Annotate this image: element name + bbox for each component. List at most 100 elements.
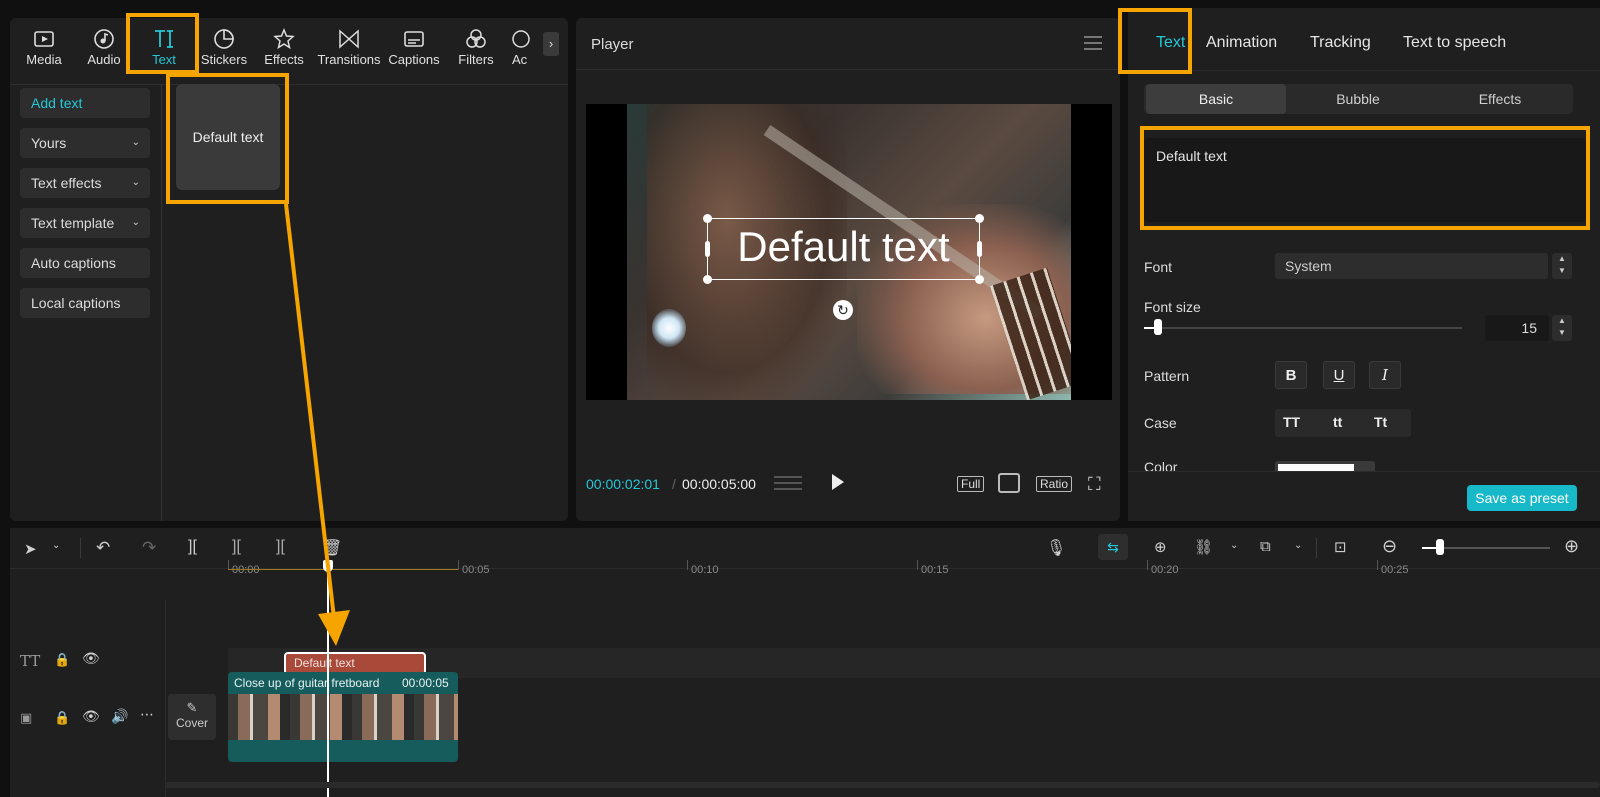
tab-audio[interactable]: Audio [74, 24, 134, 76]
zoom-in-icon[interactable]: ⊕ [1564, 536, 1579, 557]
case-titlecase-button[interactable]: Tt [1374, 414, 1387, 430]
waveform-icon[interactable] [774, 474, 802, 494]
tab-animation[interactable]: Animation [1206, 34, 1277, 52]
full-button[interactable]: Full [957, 476, 985, 492]
media-icon [34, 31, 54, 47]
zoom-out-icon[interactable]: ⊖ [1382, 536, 1397, 557]
chevron-down-icon[interactable]: ⌄ [1230, 540, 1238, 551]
ruler-tick-label: 00:05 [462, 564, 490, 576]
adjust-icon [512, 30, 530, 48]
split-left-icon[interactable]: ][ [232, 538, 241, 556]
main-track-magnet-icon[interactable]: ⇆ [1098, 534, 1128, 560]
eye-icon[interactable]: 👁 [82, 650, 100, 667]
underline-button[interactable]: U [1323, 361, 1355, 389]
link-icon[interactable]: ⛓ [1194, 538, 1213, 556]
tab-captions[interactable]: Captions [384, 24, 444, 76]
side-handle[interactable] [977, 241, 982, 257]
font-size-label: Font size [1144, 299, 1201, 315]
tab-tracking[interactable]: Tracking [1310, 34, 1371, 52]
tab-effects[interactable]: Effects [254, 24, 314, 76]
tab-media[interactable]: Media [14, 24, 74, 76]
sidebar-item-add-text[interactable]: Add text [20, 88, 150, 118]
lock-icon[interactable]: 🔒 [54, 652, 70, 668]
segment-basic[interactable]: Basic [1146, 84, 1286, 114]
tab-filters[interactable]: Filters [446, 24, 506, 76]
tab-label: Media [26, 52, 62, 67]
chevron-down-icon[interactable]: ⌄ [52, 540, 60, 551]
font-stepper-icon[interactable]: ▲ ▼ [1552, 253, 1572, 279]
zoom-fit-icon[interactable] [998, 473, 1020, 493]
resize-handle[interactable] [975, 275, 984, 284]
tab-stickers[interactable]: Stickers [194, 24, 254, 76]
undo-icon[interactable]: ↶ [96, 538, 110, 558]
preview-axis-icon[interactable]: ⧉ [1260, 538, 1271, 555]
side-handle[interactable] [705, 241, 710, 257]
rotate-icon[interactable]: ↻ [833, 300, 853, 320]
resize-handle[interactable] [703, 214, 712, 223]
video-canvas[interactable]: Default text ↻ [586, 104, 1112, 400]
font-label: Font [1144, 259, 1173, 275]
font-size-slider-track[interactable] [1144, 327, 1462, 329]
select-tool-icon[interactable]: ➤ [24, 540, 37, 558]
bold-button[interactable]: B [1275, 361, 1307, 389]
video-clip[interactable]: Close up of guitar fretboard 00:00:05 [228, 672, 458, 762]
case-lowercase-button[interactable]: tt [1333, 414, 1342, 430]
split-right-icon[interactable]: ][ [276, 538, 285, 556]
font-size-stepper-icon[interactable]: ▲ ▼ [1552, 315, 1572, 341]
text-content-input[interactable]: Default text [1144, 138, 1586, 222]
zoom-slider-thumb[interactable] [1436, 539, 1444, 555]
player-panel: Player Default text ↻ 00:00:02:01 / 00:0… [576, 18, 1120, 521]
cover-button[interactable]: ✎ Cover [168, 694, 216, 740]
more-icon[interactable]: ⋯ [140, 706, 154, 723]
timeline-horizontal-scrollbar[interactable] [165, 782, 1600, 788]
delete-icon[interactable]: 🗑 [322, 538, 342, 558]
split-icon[interactable]: ][ [188, 538, 197, 556]
color-swatch-frame[interactable] [1275, 461, 1375, 471]
font-size-input[interactable]: 15 [1485, 315, 1549, 341]
italic-button[interactable]: I [1369, 361, 1401, 389]
tabs-scroll-right-button[interactable]: › [543, 32, 559, 56]
volume-icon[interactable]: 🔊 [111, 708, 128, 725]
ruler-work-area [228, 569, 458, 570]
redo-icon[interactable]: ↷ [142, 538, 156, 558]
audio-icon [94, 29, 114, 49]
resize-handle[interactable] [703, 275, 712, 284]
track-header-divider [165, 600, 166, 797]
sidebar-item-text-effects[interactable]: Text effects ⌄ [20, 168, 150, 198]
props-footer-divider [1128, 471, 1600, 472]
playhead-handle[interactable] [323, 560, 333, 572]
tab-text-to-speech[interactable]: Text to speech [1403, 34, 1506, 52]
toolbar-divider [10, 84, 568, 85]
font-size-slider-thumb[interactable] [1154, 319, 1162, 335]
snap-icon[interactable]: ⊕ [1154, 538, 1167, 556]
text-overlay-box[interactable]: Default text [703, 214, 984, 284]
chevron-down-icon[interactable]: ⌄ [1294, 540, 1302, 551]
case-uppercase-button[interactable]: TT [1283, 414, 1300, 430]
eye-icon[interactable]: 👁 [82, 708, 100, 725]
tab-transitions[interactable]: Transitions [316, 24, 382, 76]
ratio-button[interactable]: Ratio [1036, 476, 1073, 492]
fullscreen-icon[interactable]: ⛶ [1088, 474, 1101, 495]
segment-effects[interactable]: Effects [1430, 84, 1570, 114]
sidebar-item-auto-captions[interactable]: Auto captions [20, 248, 150, 278]
sidebar-item-text-template[interactable]: Text template ⌄ [20, 208, 150, 238]
sidebar-item-local-captions[interactable]: Local captions [20, 288, 150, 318]
fit-timeline-icon[interactable]: ⊡ [1334, 538, 1347, 556]
sidebar-item-label: Auto captions [31, 255, 116, 271]
tab-text-props[interactable]: Text [1156, 34, 1185, 52]
lock-icon[interactable]: 🔒 [54, 710, 70, 726]
save-as-preset-button[interactable]: Save as preset [1467, 485, 1577, 511]
font-select[interactable]: System [1275, 253, 1548, 279]
segment-bubble[interactable]: Bubble [1288, 84, 1428, 114]
default-text-card[interactable]: Default text [176, 84, 280, 190]
tab-text[interactable]: Text [134, 24, 194, 76]
play-icon[interactable] [832, 474, 844, 490]
video-track-icon: ▣ [20, 710, 33, 725]
microphone-icon[interactable]: 🎙 [1046, 538, 1066, 558]
resize-handle[interactable] [975, 214, 984, 223]
menu-icon[interactable] [1084, 36, 1102, 50]
zoom-slider-fill [1422, 547, 1436, 549]
stickers-icon [214, 29, 234, 49]
sidebar-item-yours[interactable]: Yours ⌄ [20, 128, 150, 158]
tab-adjust[interactable]: Ac [506, 24, 536, 76]
